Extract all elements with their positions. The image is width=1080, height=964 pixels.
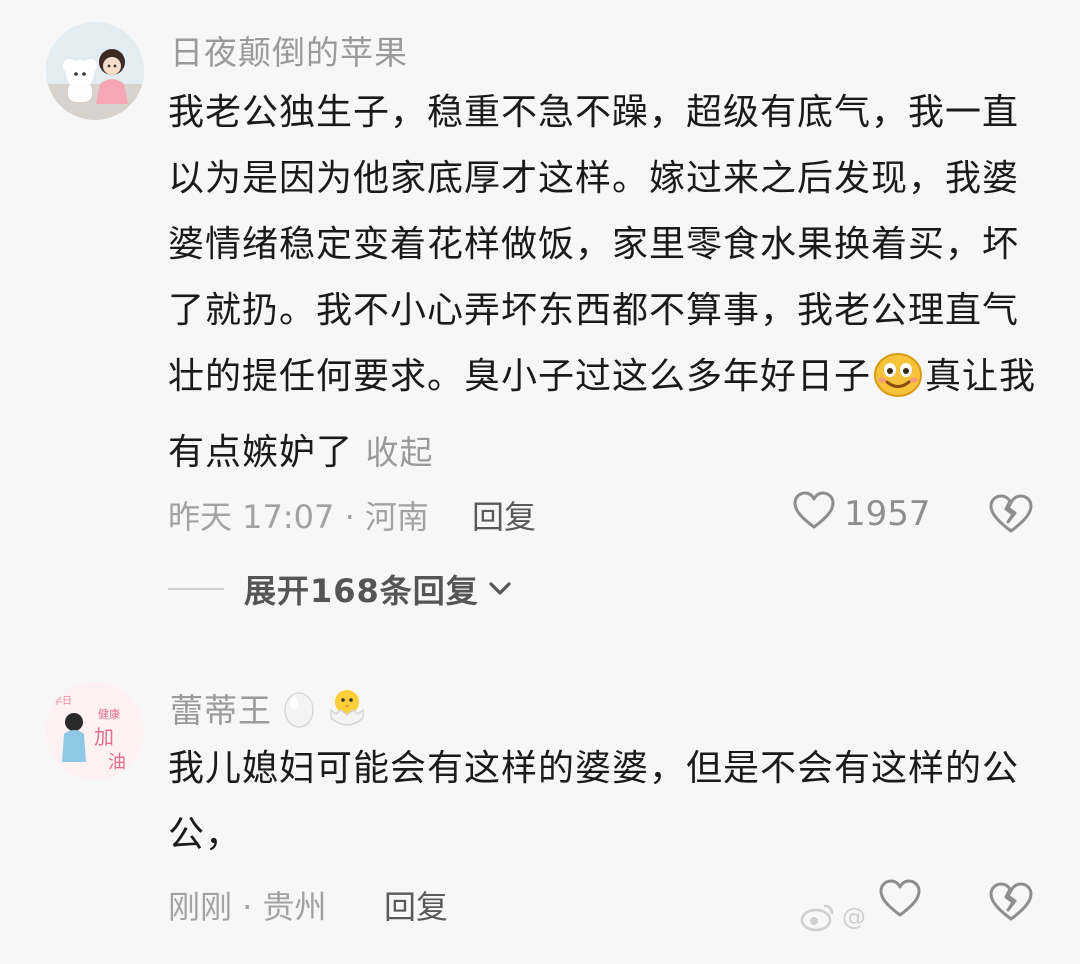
- dislike-button[interactable]: [988, 492, 1034, 536]
- username[interactable]: 蕾蒂王: [170, 684, 272, 732]
- reply-button[interactable]: 回复: [472, 492, 536, 538]
- username-row: 蕾蒂王: [170, 684, 368, 732]
- svg-text:健康: 健康: [98, 707, 120, 721]
- like-button[interactable]: 1957: [792, 490, 931, 539]
- comment-time-location: 刚刚 · 贵州: [168, 888, 327, 926]
- egg-icon: [282, 688, 316, 728]
- comment-text: 我老公独生子，稳重不急不躁，超级有底气，我一直以为是因为他家底厚才这样。嫁过来之…: [168, 80, 1038, 486]
- divider-line: [168, 588, 224, 590]
- comment-time-location: 昨天 17:07 · 河南: [168, 498, 429, 536]
- hatching-chick-icon: [326, 686, 368, 730]
- user-avatar[interactable]: 健康 加 油 早日: [46, 682, 144, 780]
- broken-heart-icon: [988, 494, 1034, 538]
- comment-item-2: 健康 加 油 早日 蕾蒂王 我儿媳妇可能会有这样的婆婆，但是不会有这样的公公， …: [0, 640, 1080, 964]
- comment-text: 我儿媳妇可能会有这样的婆婆，但是不会有这样的公公，: [168, 748, 1020, 855]
- broken-heart-icon: [988, 882, 1034, 926]
- reply-button[interactable]: 回复: [384, 882, 448, 928]
- smiling-face-emoji-icon: [873, 352, 923, 420]
- chevron-down-icon: [487, 580, 513, 598]
- weibo-watermark: @: [800, 902, 866, 932]
- svg-text:加: 加: [94, 725, 114, 749]
- user-avatar[interactable]: [46, 22, 144, 120]
- like-count: 1957: [844, 494, 931, 534]
- username[interactable]: 日夜颠倒的苹果: [170, 26, 408, 74]
- expand-replies-label: 展开168条回复: [244, 572, 479, 610]
- like-button[interactable]: [878, 878, 930, 927]
- heart-outline-icon: [878, 878, 922, 927]
- weibo-logo-icon: [800, 902, 836, 932]
- comment-item-1: 日夜颠倒的苹果 我老公独生子，稳重不急不躁，超级有底气，我一直以为是因为他家底厚…: [0, 0, 1080, 640]
- collapse-link[interactable]: 收起: [365, 433, 433, 472]
- watermark-text: @: [842, 903, 866, 931]
- heart-outline-icon: [792, 490, 836, 539]
- svg-text:油: 油: [108, 752, 126, 773]
- expand-replies-button[interactable]: 展开168条回复: [168, 566, 513, 612]
- svg-text:早日: 早日: [52, 695, 72, 707]
- dislike-button[interactable]: [988, 880, 1034, 924]
